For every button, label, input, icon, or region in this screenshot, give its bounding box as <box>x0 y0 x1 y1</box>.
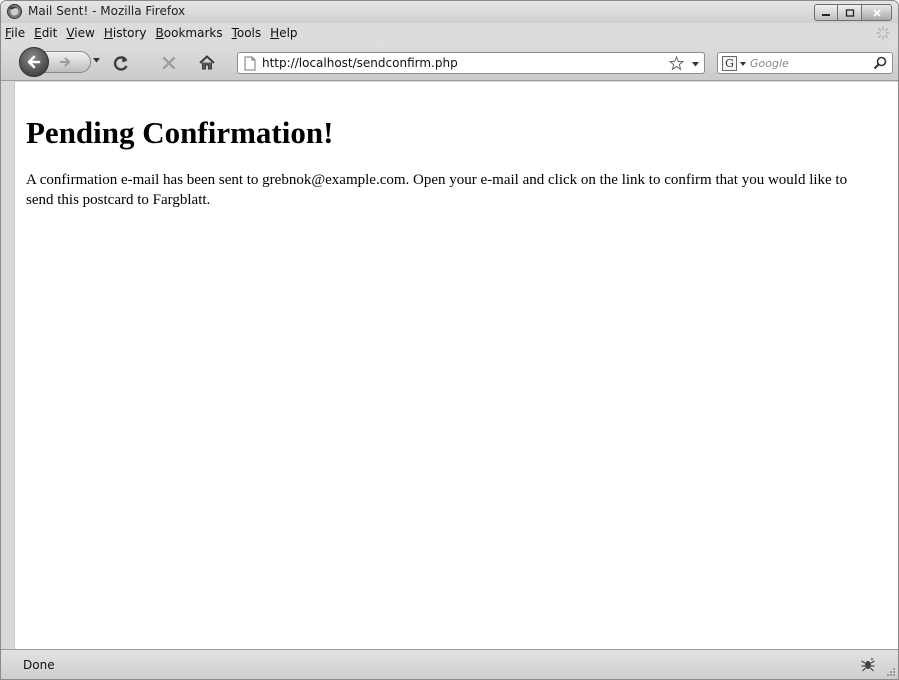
reload-button[interactable] <box>111 53 131 73</box>
page-icon <box>244 56 256 71</box>
page-heading: Pending Confirmation! <box>26 115 334 150</box>
resize-grip-icon[interactable] <box>886 667 896 677</box>
status-bar: Done <box>1 649 898 679</box>
page-content: Pending Confirmation! A confirmation e-m… <box>14 82 898 649</box>
url-text[interactable]: http://localhost/sendconfirm.php <box>262 56 458 70</box>
close-button[interactable] <box>862 4 892 21</box>
search-engine-icon[interactable]: G <box>722 56 737 71</box>
engine-dropdown-icon[interactable] <box>740 62 746 66</box>
throbber-icon <box>876 26 890 40</box>
stop-button[interactable] <box>159 53 179 73</box>
search-input[interactable] <box>750 55 868 71</box>
confirmation-message: A confirmation e-mail has been sent to g… <box>26 172 848 208</box>
stop-icon <box>162 56 176 70</box>
window-title: Mail Sent! - Mozilla Firefox <box>28 4 186 18</box>
browser-window: Mail Sent! - Mozilla Firefox File Edit V… <box>0 0 899 680</box>
reload-icon <box>113 56 128 71</box>
menu-tools[interactable]: Tools <box>232 26 262 40</box>
menu-file[interactable]: File <box>5 26 25 40</box>
maximize-icon <box>845 8 854 17</box>
menu-help[interactable]: Help <box>270 26 297 40</box>
maximize-button[interactable] <box>838 4 862 21</box>
search-bar: G <box>717 52 893 74</box>
menu-edit[interactable]: Edit <box>34 26 57 40</box>
home-icon <box>199 55 215 70</box>
menu-view[interactable]: View <box>66 26 94 40</box>
firefox-icon <box>7 4 22 19</box>
menu-history[interactable]: History <box>104 26 147 40</box>
status-text: Done <box>23 658 55 672</box>
magnifier-icon[interactable] <box>873 56 887 70</box>
star-icon[interactable] <box>669 56 684 71</box>
menu-bar: File Edit View History Bookmarks Tools H… <box>1 23 898 43</box>
back-arrow-icon <box>27 55 41 69</box>
close-icon <box>872 8 881 17</box>
home-button[interactable] <box>197 53 217 73</box>
forward-arrow-icon <box>60 57 71 67</box>
address-bar[interactable]: http://localhost/sendconfirm.php <box>237 52 705 74</box>
back-button[interactable] <box>19 47 49 77</box>
title-bar: Mail Sent! - Mozilla Firefox <box>1 1 898 23</box>
bug-icon[interactable] <box>860 656 876 672</box>
menu-bookmarks[interactable]: Bookmarks <box>156 26 223 40</box>
url-dropdown-icon[interactable] <box>692 62 699 67</box>
history-dropdown-icon[interactable] <box>93 58 100 63</box>
minimize-icon <box>822 13 830 16</box>
navigation-toolbar: http://localhost/sendconfirm.php G <box>1 43 898 81</box>
minimize-button[interactable] <box>814 4 838 21</box>
window-controls <box>814 4 892 21</box>
